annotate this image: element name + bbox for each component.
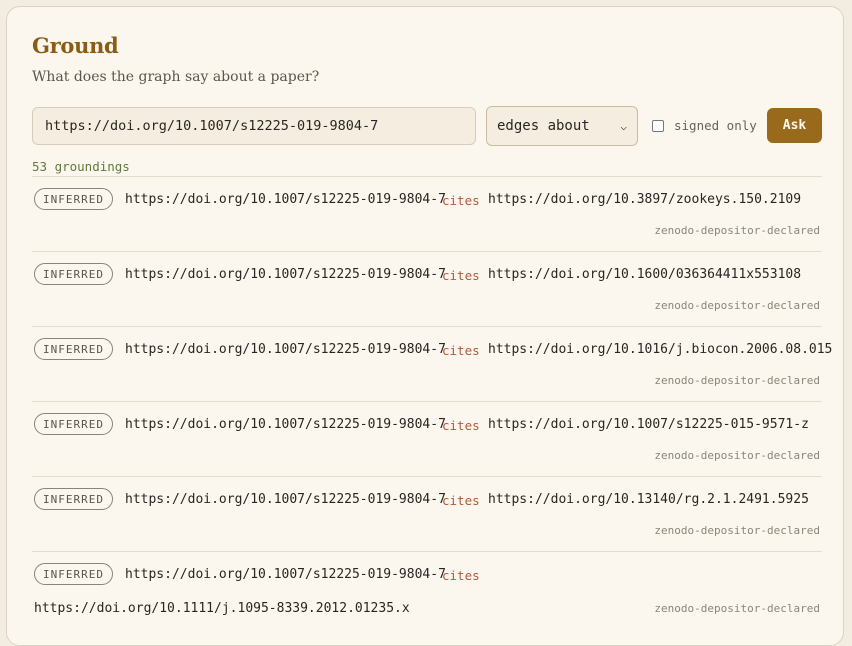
chevron-down-icon: ⌵ xyxy=(620,119,627,133)
status-badge: INFERRED xyxy=(34,188,113,210)
status-badge: INFERRED xyxy=(34,563,113,585)
grounding-row: INFERRED https://doi.org/10.1007/s12225-… xyxy=(32,252,822,327)
source-label: zenodo-depositor-declared xyxy=(654,524,820,537)
status-badge: INFERRED xyxy=(34,413,113,435)
status-badge: INFERRED xyxy=(34,488,113,510)
object-link[interactable]: https://doi.org/10.3897/zookeys.150.2109 xyxy=(488,192,801,207)
subject-link[interactable]: https://doi.org/10.1007/s12225-019-9804-… xyxy=(125,267,446,282)
subject-link[interactable]: https://doi.org/10.1007/s12225-019-9804-… xyxy=(125,417,446,432)
predicate-label: cites xyxy=(442,418,480,433)
groundings-list: INFERRED https://doi.org/10.1007/s12225-… xyxy=(32,176,832,632)
object-link[interactable]: https://doi.org/10.1016/j.biocon.2006.08… xyxy=(488,342,832,357)
groundings-count: 53 groundings xyxy=(32,159,130,174)
page-title: Ground xyxy=(32,33,119,58)
predicate-label: cites xyxy=(442,568,480,583)
source-label: zenodo-depositor-declared xyxy=(654,374,820,387)
subject-link[interactable]: https://doi.org/10.1007/s12225-019-9804-… xyxy=(125,192,446,207)
signed-only-toggle[interactable]: signed only xyxy=(652,118,757,133)
source-label: zenodo-depositor-declared xyxy=(654,224,820,237)
source-label: zenodo-depositor-declared xyxy=(654,449,820,462)
object-link[interactable]: https://doi.org/10.1600/036364411x553108 xyxy=(488,267,801,282)
grounding-row: INFERRED https://doi.org/10.1007/s12225-… xyxy=(32,327,832,402)
main-card: Ground What does the graph say about a p… xyxy=(6,6,844,646)
predicate-label: cites xyxy=(442,193,480,208)
subject-link[interactable]: https://doi.org/10.1007/s12225-019-9804-… xyxy=(125,492,446,507)
paper-url-input[interactable] xyxy=(32,107,476,145)
grounding-row: INFERRED https://doi.org/10.1007/s12225-… xyxy=(32,177,822,252)
grounding-row: INFERRED https://doi.org/10.1007/s12225-… xyxy=(32,402,822,477)
status-badge: INFERRED xyxy=(34,263,113,285)
predicate-label: cites xyxy=(442,268,480,283)
object-link[interactable]: https://doi.org/10.13140/rg.2.1.2491.592… xyxy=(488,492,809,507)
object-link[interactable]: https://doi.org/10.1111/j.1095-8339.2012… xyxy=(34,601,410,616)
source-label: zenodo-depositor-declared xyxy=(654,299,820,312)
mode-select[interactable]: edges about ⌵ xyxy=(486,106,638,146)
status-badge: INFERRED xyxy=(34,338,113,360)
subject-link[interactable]: https://doi.org/10.1007/s12225-019-9804-… xyxy=(125,342,446,357)
predicate-label: cites xyxy=(442,343,480,358)
page-subtitle: What does the graph say about a paper? xyxy=(32,69,320,85)
grounding-row: INFERRED https://doi.org/10.1007/s12225-… xyxy=(32,552,822,632)
subject-link[interactable]: https://doi.org/10.1007/s12225-019-9804-… xyxy=(125,567,446,582)
signed-only-label: signed only xyxy=(674,118,757,133)
ask-button[interactable]: Ask xyxy=(767,108,822,143)
predicate-label: cites xyxy=(442,493,480,508)
mode-select-value: edges about xyxy=(497,118,590,134)
object-link[interactable]: https://doi.org/10.1007/s12225-015-9571-… xyxy=(488,417,809,432)
grounding-row: INFERRED https://doi.org/10.1007/s12225-… xyxy=(32,477,822,552)
signed-only-checkbox[interactable] xyxy=(652,119,664,132)
source-label: zenodo-depositor-declared xyxy=(654,602,820,615)
